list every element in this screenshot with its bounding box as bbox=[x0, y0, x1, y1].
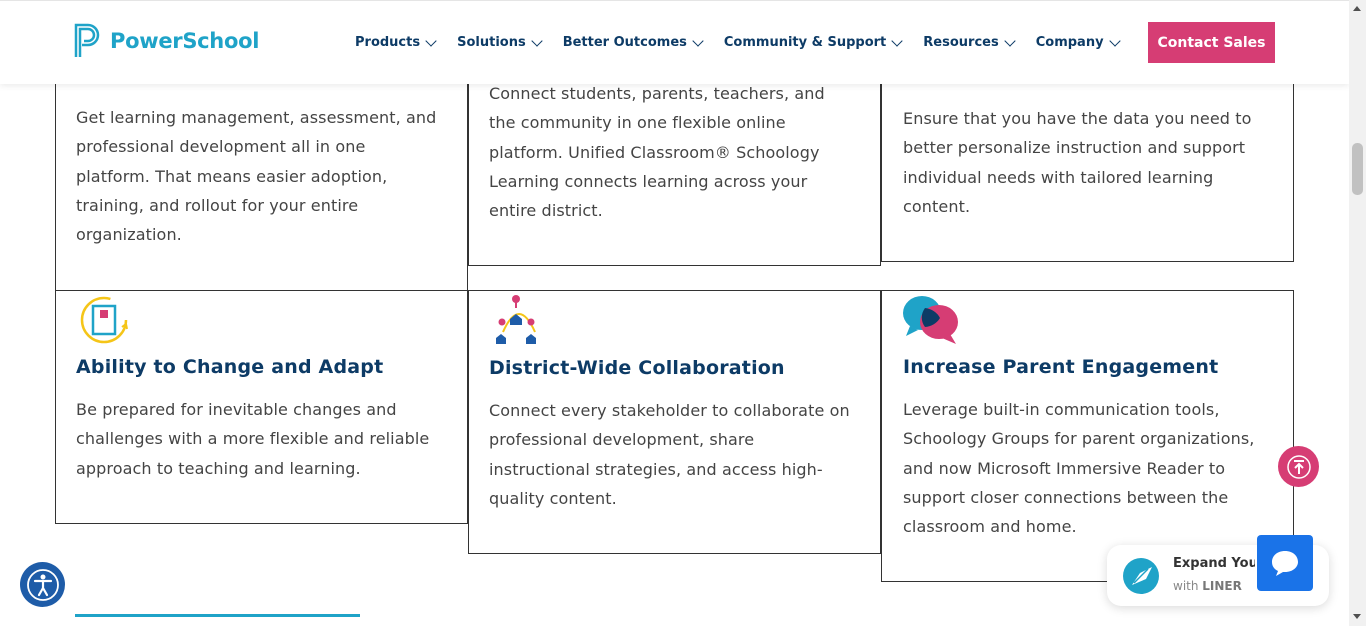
page-scrollbar[interactable] bbox=[1349, 0, 1366, 626]
feature-card: Get learning management, assessment, and… bbox=[55, 60, 468, 291]
nav-label: Company bbox=[1035, 35, 1104, 50]
accessibility-button[interactable] bbox=[20, 562, 65, 607]
feature-card: Connect students, parents, teachers, and… bbox=[468, 60, 881, 266]
contact-sales-button[interactable]: Contact Sales bbox=[1148, 22, 1275, 63]
speech-bubbles-icon bbox=[903, 296, 958, 344]
feature-card: Increase Parent Engagement Leverage buil… bbox=[881, 290, 1294, 582]
collaboration-network-icon bbox=[496, 295, 536, 344]
chevron-down-icon bbox=[692, 34, 704, 47]
chevron-down-icon bbox=[891, 34, 903, 47]
feature-card: District-Wide Collaboration Connect ever… bbox=[468, 290, 881, 554]
nav-community-support[interactable]: Community & Support bbox=[723, 34, 903, 50]
nav-resources[interactable]: Resources bbox=[923, 34, 1016, 50]
nav-label: Resources bbox=[923, 35, 999, 50]
nav-products[interactable]: Products bbox=[355, 34, 437, 50]
powerschool-logo-icon bbox=[74, 23, 100, 57]
chevron-down-icon bbox=[1108, 34, 1121, 47]
card-description: Connect every stakeholder to collaborate… bbox=[489, 401, 850, 508]
nav-label: Products bbox=[355, 35, 421, 50]
nav-label: Community & Support bbox=[723, 35, 887, 50]
card-description: Connect students, parents, teachers, and… bbox=[489, 84, 825, 221]
card-description: Leverage built-in communication tools, Sc… bbox=[903, 400, 1255, 537]
arrow-up-icon bbox=[1286, 454, 1311, 479]
chevron-down-icon bbox=[1004, 34, 1016, 47]
card-description: Be prepared for inevitable changes and ch… bbox=[76, 400, 430, 478]
nav-label: Solutions bbox=[457, 35, 526, 50]
liner-logo-icon bbox=[1123, 558, 1159, 594]
chevron-down-icon bbox=[531, 34, 543, 47]
chat-bubble-icon bbox=[1272, 551, 1298, 576]
nav-solutions[interactable]: Solutions bbox=[457, 34, 543, 50]
nav-label: Better Outcomes bbox=[562, 35, 687, 50]
scrollbar-thumb[interactable] bbox=[1352, 143, 1363, 195]
scroll-down-icon[interactable] bbox=[1353, 614, 1361, 619]
chevron-down-icon bbox=[425, 34, 437, 47]
scroll-up-icon[interactable] bbox=[1353, 6, 1361, 11]
accessibility-icon bbox=[26, 568, 59, 601]
feature-card: Ability to Change and Adapt Be prepared … bbox=[55, 290, 468, 524]
card-title: District-Wide Collaboration bbox=[489, 357, 785, 379]
site-header: PowerSchool Products Solutions Better Ou… bbox=[0, 0, 1349, 84]
back-to-top-button[interactable] bbox=[1278, 446, 1319, 487]
liner-brand: LINER bbox=[1202, 579, 1242, 593]
card-description: Get learning management, assessment, and… bbox=[76, 108, 437, 245]
card-title: Increase Parent Engagement bbox=[903, 356, 1219, 378]
feature-card: Ensure that you have the data you need t… bbox=[881, 60, 1294, 262]
liner-subtitle: with LINER bbox=[1173, 579, 1242, 593]
section-divider bbox=[75, 614, 360, 617]
liner-title: Expand Your bbox=[1173, 556, 1255, 571]
adapt-document-icon bbox=[80, 296, 128, 344]
logo[interactable]: PowerSchool bbox=[74, 23, 259, 59]
card-title: Ability to Change and Adapt bbox=[76, 356, 384, 378]
liner-sub-prefix: with bbox=[1173, 579, 1203, 593]
main-nav: Products Solutions Better Outcomes Commu… bbox=[355, 34, 1141, 50]
logo-text: PowerSchool bbox=[110, 29, 260, 53]
chat-button[interactable] bbox=[1257, 535, 1313, 591]
nav-company[interactable]: Company bbox=[1035, 34, 1121, 50]
nav-better-outcomes[interactable]: Better Outcomes bbox=[562, 34, 704, 50]
card-description: Ensure that you have the data you need t… bbox=[903, 109, 1252, 216]
